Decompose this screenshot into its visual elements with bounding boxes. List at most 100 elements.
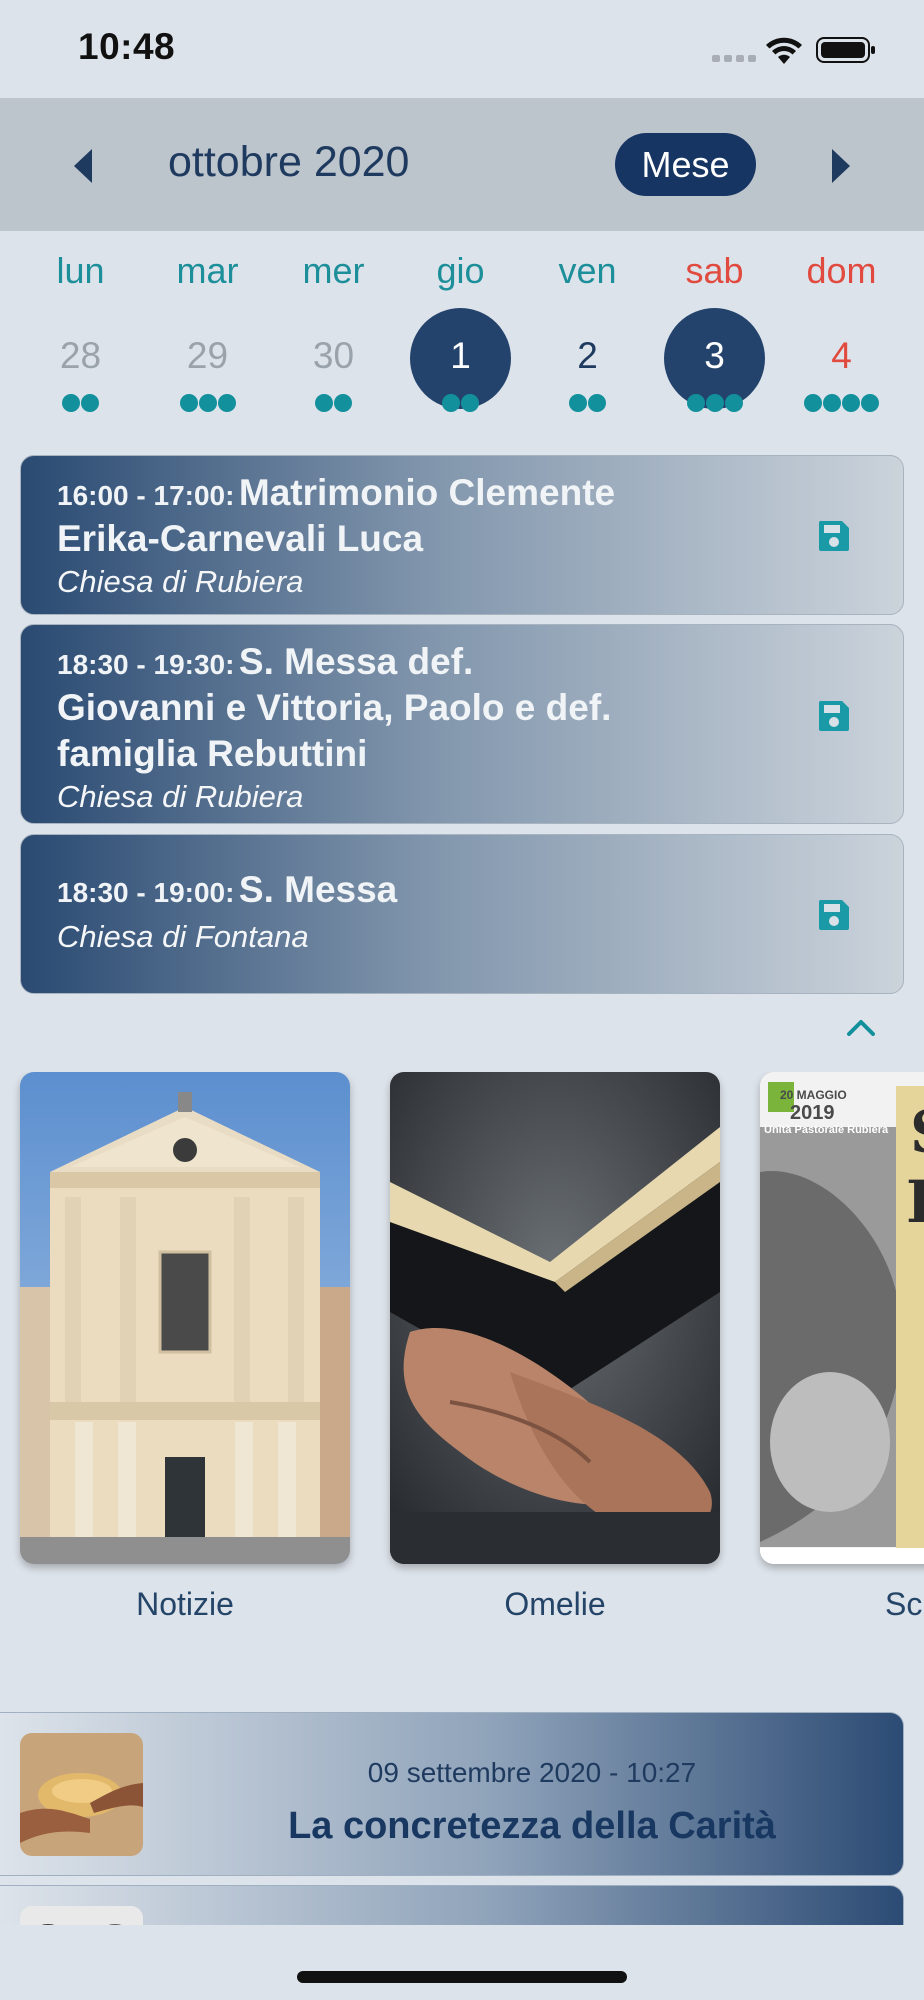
sections-carousel: Notizie Omelie S P Sc.	[0, 1072, 924, 1632]
school-section-card[interactable]: S P	[760, 1072, 924, 1564]
event-title: Matrimonio Clemente	[238, 472, 616, 513]
news-list-item[interactable]: 09 settembre 2020 - 10:27 La concretezza…	[0, 1712, 904, 1876]
svg-text:S: S	[910, 1098, 924, 1166]
event-dot	[724, 394, 743, 412]
event-dots	[144, 394, 271, 412]
week-days-row: 28 29 30 1 2 3 4	[0, 308, 924, 418]
event-dots	[270, 394, 397, 412]
save-icon[interactable]	[817, 519, 851, 553]
event-location: Chiesa di Rubiera	[57, 779, 304, 814]
day-cell[interactable]: 28	[17, 308, 144, 418]
event-title-continued: Giovanni e Vittoria, Paolo e def.	[57, 687, 612, 728]
event-title-continued: Erika-Carnevali Luca	[57, 518, 424, 559]
chevron-up-icon[interactable]	[843, 1010, 879, 1046]
day-cell[interactable]: 29	[144, 308, 271, 418]
poster-year: 2019	[790, 1102, 835, 1124]
day-number: 30	[312, 335, 355, 376]
weekday-thu: gio	[436, 250, 485, 291]
cellular-signal-icon	[712, 55, 756, 62]
status-bar: 10:48	[0, 0, 924, 98]
event-location: Chiesa di Fontana	[57, 919, 309, 954]
event-card[interactable]: 16:00 - 17:00: Matrimonio Clemente Erika…	[20, 455, 904, 615]
news-date: 09 settembre 2020 - 10:27	[367, 1757, 697, 1788]
homilies-section-label[interactable]: Omelie	[390, 1586, 720, 1623]
status-time: 10:48	[78, 26, 176, 67]
event-dots	[651, 394, 778, 412]
save-icon[interactable]	[817, 898, 851, 932]
day-cell[interactable]: 3	[651, 308, 778, 418]
day-cell[interactable]: 2	[524, 308, 651, 418]
event-dot	[62, 394, 80, 412]
day-number: 1	[450, 335, 471, 376]
event-dot	[705, 394, 724, 412]
event-dot	[588, 394, 606, 412]
weekday-fri: ven	[558, 250, 617, 291]
event-dots	[397, 394, 524, 412]
event-heading: 16:00 - 17:00: Matrimonio Clemente	[57, 470, 615, 516]
battery-icon	[816, 37, 875, 63]
event-dot	[686, 394, 705, 412]
next-month-button[interactable]	[820, 146, 860, 186]
month-title: ottobre 2020	[168, 138, 410, 186]
day-cell[interactable]: 4	[778, 308, 905, 418]
triangle-left-icon	[74, 149, 92, 183]
news-section-card[interactable]	[20, 1072, 350, 1564]
event-title: S. Messa	[238, 869, 398, 910]
month-view-button[interactable]: Mese	[615, 133, 756, 196]
news-title: La concretezza della Carità	[288, 1805, 776, 1847]
poster-image: S P	[760, 1072, 924, 1564]
day-cell[interactable]: 1	[397, 308, 524, 418]
event-dots	[778, 394, 905, 412]
poster-org: Unità Pastorale Rubiera	[764, 1124, 889, 1136]
news-thumbnail	[20, 1733, 143, 1856]
event-card[interactable]: 18:30 - 19:30: S. Messa def. Giovanni e …	[20, 624, 904, 824]
weekday-mon: lun	[56, 250, 105, 291]
event-dot	[442, 394, 460, 412]
weekday-sun: dom	[806, 250, 877, 291]
event-dot	[842, 394, 860, 412]
triangle-right-icon	[832, 149, 850, 183]
news-section-label[interactable]: Notizie	[20, 1586, 350, 1623]
event-dot	[217, 394, 236, 412]
weekday-tue: mar	[176, 250, 239, 291]
event-dots	[524, 394, 651, 412]
event-time: 16:00 - 17:00:	[57, 480, 235, 511]
event-card[interactable]: 18:30 - 19:00: S. Messa Chiesa di Fontan…	[20, 834, 904, 994]
school-section-label[interactable]: Sc. di	[760, 1586, 924, 1623]
day-number: 4	[831, 335, 852, 376]
day-cell[interactable]: 30	[270, 308, 397, 418]
event-dot	[804, 394, 822, 412]
event-heading: 18:30 - 19:00: S. Messa	[57, 867, 397, 913]
event-time: 18:30 - 19:30:	[57, 649, 235, 680]
event-dot	[569, 394, 587, 412]
day-number: 28	[59, 335, 102, 376]
event-dot	[315, 394, 333, 412]
event-title-continued: famiglia Rebuttini	[57, 733, 368, 774]
event-dot	[461, 394, 479, 412]
event-dot	[81, 394, 99, 412]
event-heading: 18:30 - 19:30: S. Messa def.	[57, 639, 473, 685]
event-dot	[823, 394, 841, 412]
weekday-sat: sab	[685, 250, 744, 291]
day-number: 2	[577, 335, 598, 376]
weekday-header: lun mar mer gio ven sab dom	[0, 250, 924, 300]
poster-date: 20 MAGGIO	[780, 1088, 847, 1102]
event-dot	[179, 394, 198, 412]
church-image	[20, 1072, 350, 1564]
event-dots	[17, 394, 144, 412]
previous-month-button[interactable]	[64, 146, 104, 186]
day-number: 29	[186, 335, 229, 376]
svg-text:P: P	[906, 1168, 924, 1236]
event-dot	[861, 394, 879, 412]
event-dot	[198, 394, 217, 412]
homilies-section-card[interactable]	[390, 1072, 720, 1564]
event-time: 18:30 - 19:00:	[57, 877, 235, 908]
home-indicator[interactable]	[297, 1971, 627, 1983]
month-header: ottobre 2020 Mese	[0, 98, 924, 231]
bible-hands-image	[390, 1072, 720, 1564]
day-number: 3	[704, 335, 725, 376]
save-icon[interactable]	[817, 699, 851, 733]
event-dot	[334, 394, 352, 412]
event-location: Chiesa di Rubiera	[57, 564, 304, 599]
bottom-safe-area	[0, 1925, 924, 2000]
